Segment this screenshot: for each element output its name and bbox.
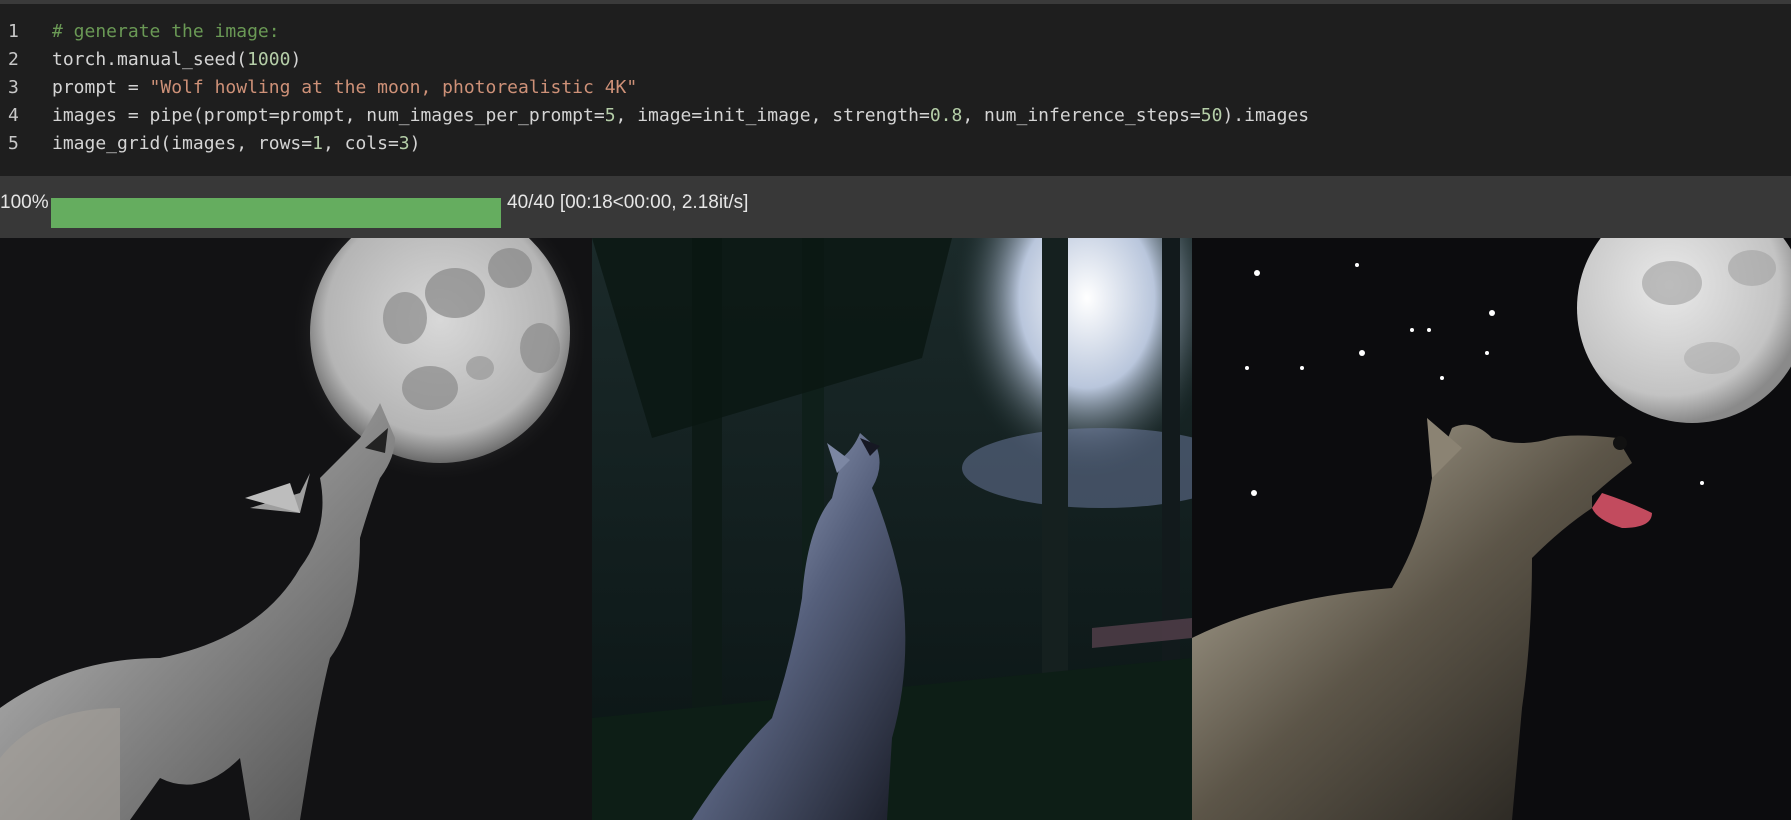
code-token: ) xyxy=(409,133,421,154)
code-token: # generate the image: xyxy=(52,21,280,42)
line-number: 4 xyxy=(8,105,19,126)
code-token: images = pipe(prompt=prompt, num_images_… xyxy=(52,105,605,126)
progress-bar-fill xyxy=(51,198,501,228)
code-token: 1000 xyxy=(247,49,291,70)
progress-percent: 100% xyxy=(0,192,49,213)
code-token: 0.8 xyxy=(929,105,963,126)
code-text: prompt = "Wolf howling at the moon, phot… xyxy=(52,74,637,102)
code-token: , num_inference_steps= xyxy=(962,105,1201,126)
code-token: 3 xyxy=(398,133,410,154)
code-text: images = pipe(prompt=prompt, num_images_… xyxy=(52,102,1309,130)
code-cell[interactable]: 1 # generate the image: 2 torch.manual_seed… xyxy=(0,4,1791,176)
code-token: torch.manual_seed( xyxy=(52,49,248,70)
code-token: , image=init_image, strength= xyxy=(615,105,930,126)
code-token: 5 xyxy=(604,105,616,126)
line-number: 1 xyxy=(8,21,19,42)
output-image-1 xyxy=(0,238,592,820)
code-token: prompt = xyxy=(52,77,150,98)
line-number: 5 xyxy=(8,133,19,154)
line-number: 2 xyxy=(8,49,19,70)
code-token: ) xyxy=(290,49,302,70)
code-token: image_grid(images, rows= xyxy=(52,133,313,154)
code-text: image_grid(images, rows=1, cols=3) xyxy=(52,130,420,158)
output-image-3 xyxy=(1192,238,1791,820)
progress-bar xyxy=(51,198,501,228)
code-token: 50 xyxy=(1200,105,1223,126)
code-token: ).images xyxy=(1222,105,1310,126)
code-token: "Wolf howling at the moon, photorealisti… xyxy=(149,77,638,98)
code-text: # generate the image: xyxy=(52,18,280,46)
code-text: torch.manual_seed(1000) xyxy=(52,46,301,74)
code-token: 1 xyxy=(312,133,323,154)
line-number: 3 xyxy=(8,77,19,98)
progress-status: 40/40 [00:18<00:00, 2.18it/s] xyxy=(507,192,749,213)
output-image-2 xyxy=(592,238,1192,820)
code-token: , cols= xyxy=(322,133,399,154)
